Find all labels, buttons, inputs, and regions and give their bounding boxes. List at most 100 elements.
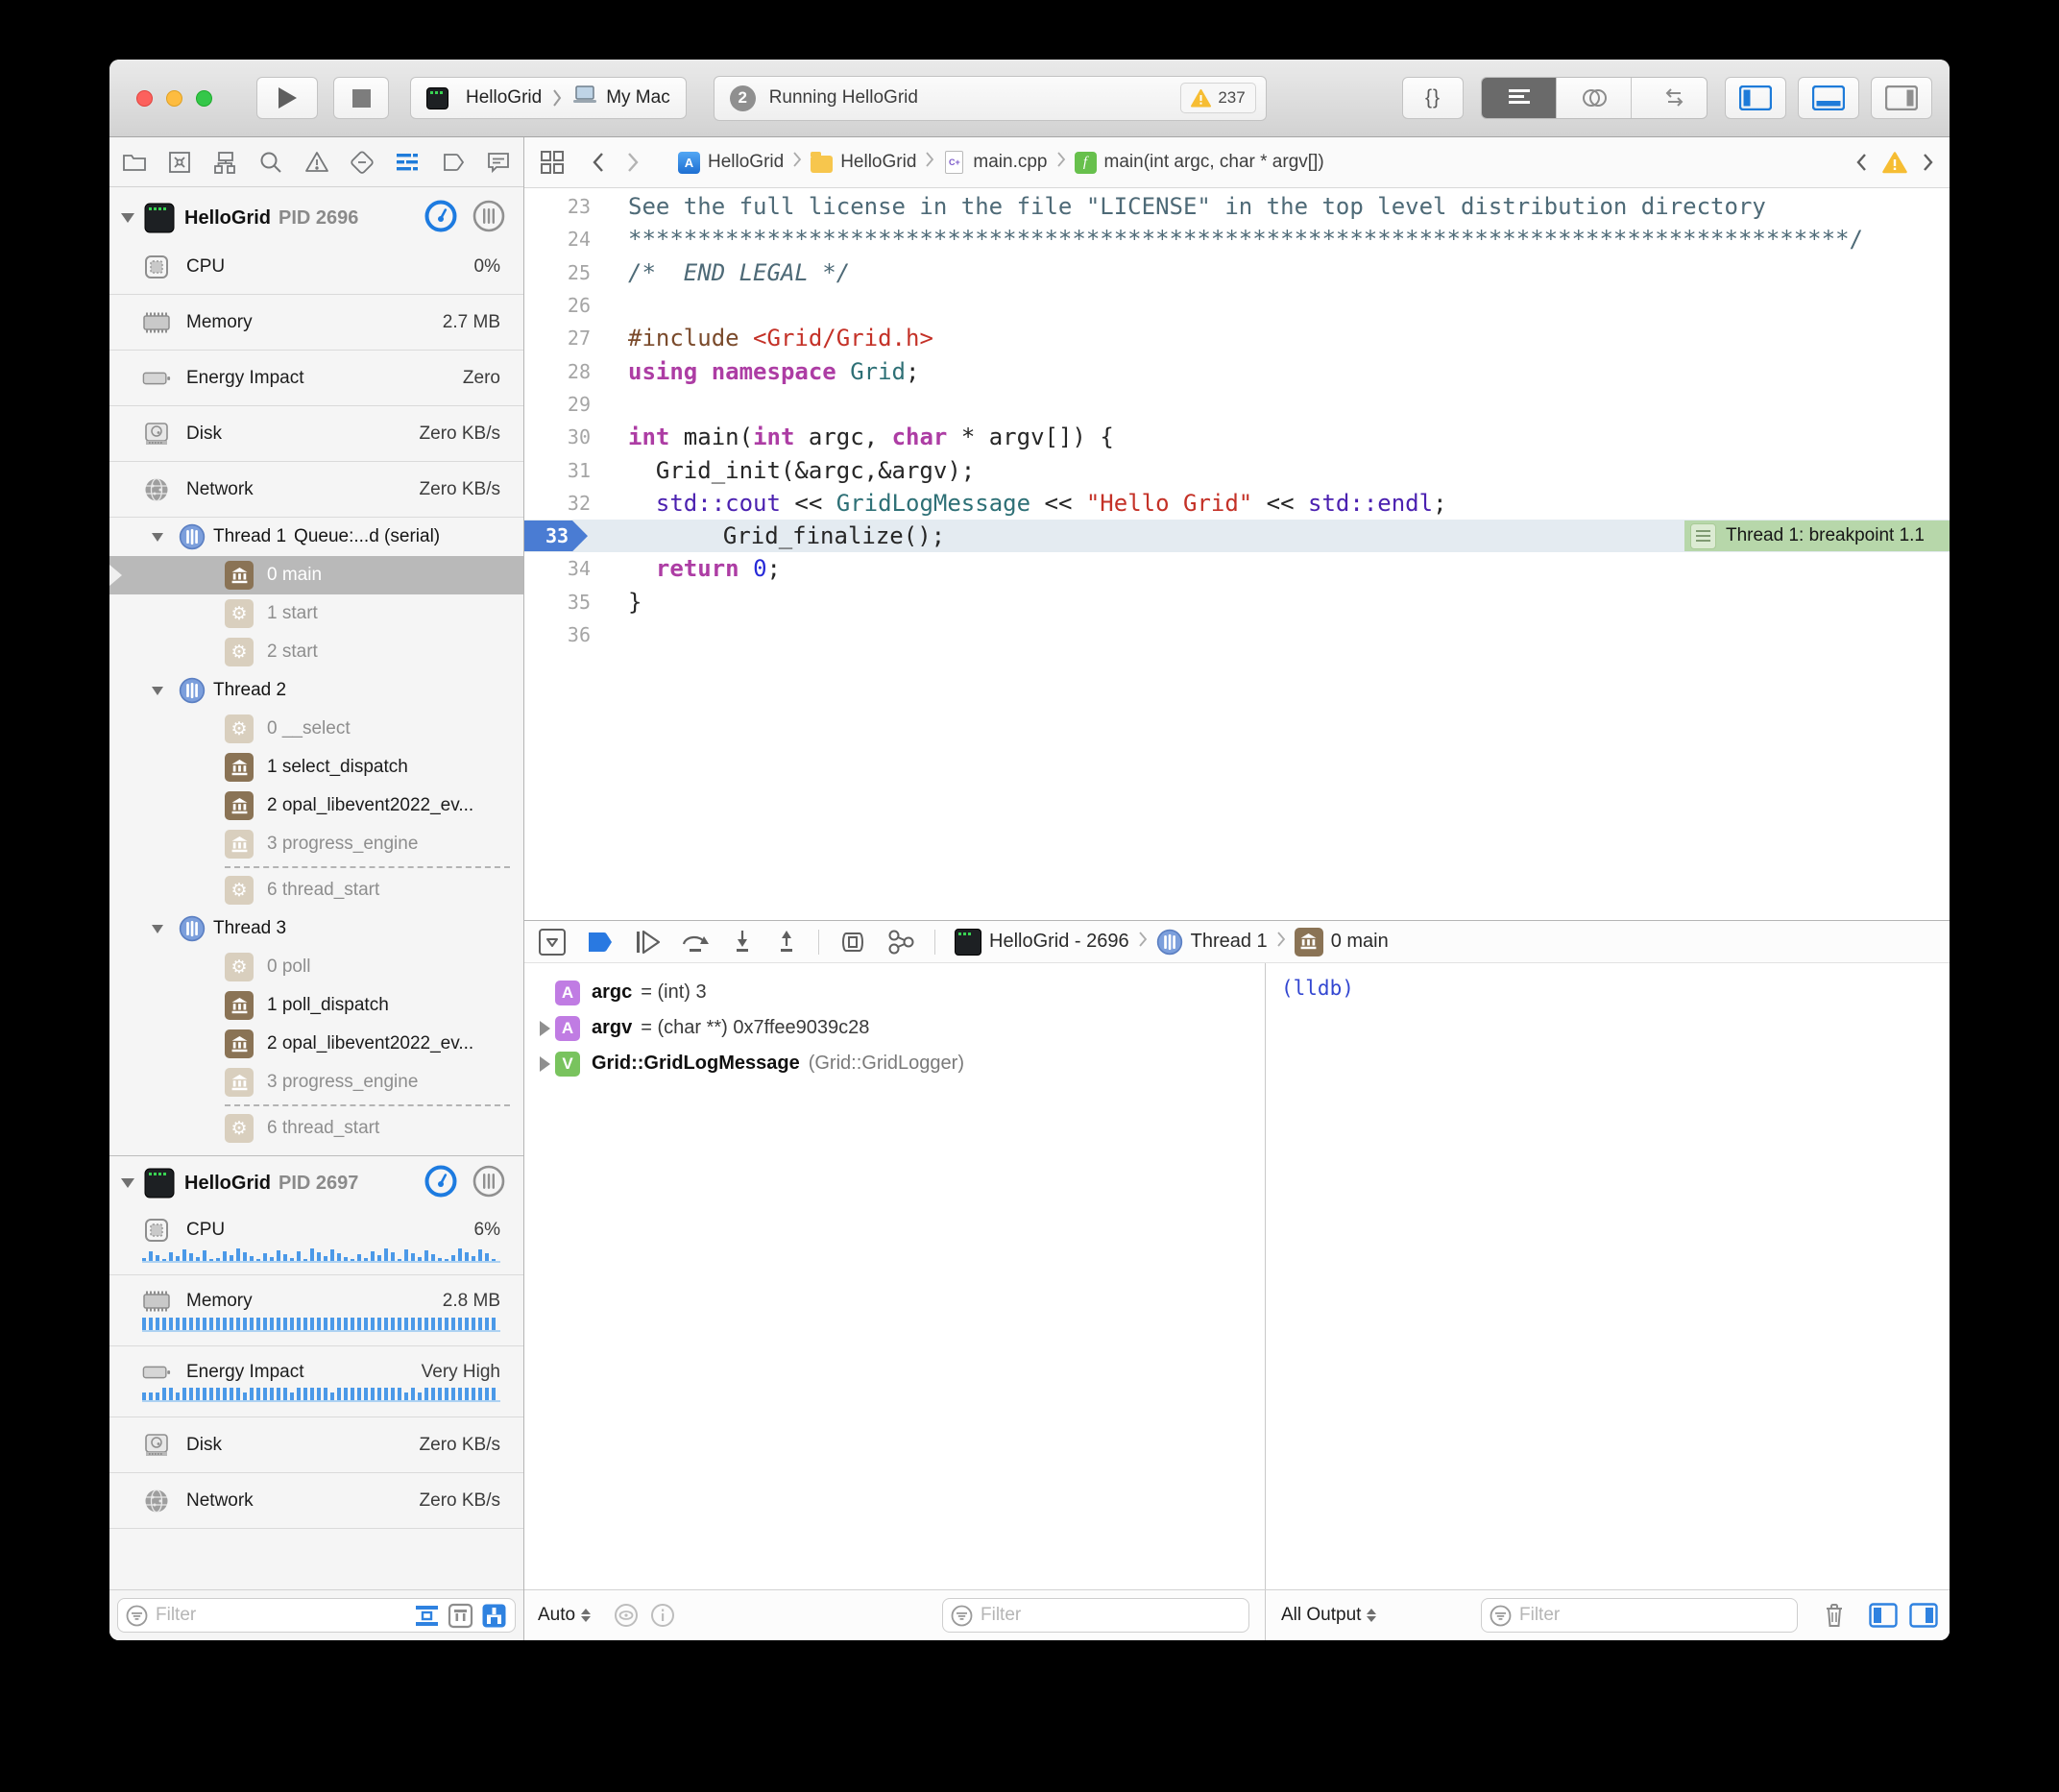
gauge-row-network[interactable]: NetworkZero KB/s <box>109 462 523 518</box>
gauge-row-energy-impact[interactable]: Energy ImpactVery High <box>109 1346 523 1417</box>
code-text[interactable]: ****************************************… <box>592 226 1863 253</box>
minimize-window-button[interactable] <box>166 90 182 107</box>
disclosure-triangle-icon[interactable] <box>534 1021 555 1036</box>
warning-count-chip[interactable]: 237 <box>1180 83 1255 113</box>
breadcrumb-item[interactable]: AHelloGrid <box>678 152 784 174</box>
code-line-29[interactable]: 29 <box>524 388 1950 421</box>
breakpoint-marker[interactable]: 33 <box>524 521 588 551</box>
show-stack-frames-toggle[interactable] <box>481 1603 507 1629</box>
next-issue-button[interactable] <box>1923 153 1934 172</box>
line-number-gutter[interactable]: 29 <box>524 393 592 416</box>
show-records-toggle[interactable] <box>414 1603 440 1629</box>
code-text[interactable]: #include <Grid/Grid.h> <box>592 325 933 351</box>
code-text[interactable]: using namespace Grid; <box>592 358 919 385</box>
thread-row[interactable]: Thread 3 <box>109 909 523 948</box>
gauge-row-network[interactable]: NetworkZero KB/s <box>109 1473 523 1529</box>
clear-console-button[interactable] <box>1823 1602 1846 1629</box>
code-text[interactable]: See the full license in the file "LICENS… <box>592 193 1766 220</box>
gauge-row-cpu[interactable]: CPU0% <box>109 239 523 295</box>
navigator-tab-project[interactable] <box>122 150 147 175</box>
toggle-inspector-button[interactable] <box>1871 77 1932 119</box>
gauge-row-memory[interactable]: Memory2.8 MB <box>109 1275 523 1346</box>
disclosure-triangle-icon[interactable] <box>152 533 163 542</box>
line-number-gutter[interactable]: 36 <box>524 623 592 646</box>
code-line-27[interactable]: 27#include <Grid/Grid.h> <box>524 322 1950 354</box>
quicklook-eye-button[interactable] <box>614 1603 639 1628</box>
forward-button[interactable] <box>627 152 640 173</box>
navigator-tab-search[interactable] <box>258 150 283 175</box>
show-crashed-threads-toggle[interactable] <box>448 1603 473 1629</box>
toggle-variables-view-button[interactable] <box>1869 1603 1898 1628</box>
close-window-button[interactable] <box>136 90 153 107</box>
breadcrumb-item[interactable]: Thread 1 <box>1156 929 1268 956</box>
breadcrumb-item[interactable]: 0 main <box>1295 928 1389 957</box>
gauge-row-cpu[interactable]: CPU6% <box>109 1204 523 1275</box>
stack-frame-row[interactable]: 1 select_dispatch <box>109 748 523 787</box>
line-number-gutter[interactable]: 34 <box>524 557 592 580</box>
breakpoint-annotation[interactable]: Thread 1: breakpoint 1.1 <box>1684 521 1950 551</box>
console-output[interactable]: (lldb) <box>1266 963 1950 1589</box>
code-line-26[interactable]: 26 <box>524 289 1950 322</box>
navigator-filter-field[interactable]: Filter <box>117 1598 516 1633</box>
stack-frame-row[interactable]: 2 opal_libevent2022_ev... <box>109 1025 523 1063</box>
code-line-24[interactable]: 24**************************************… <box>524 223 1950 255</box>
line-number-gutter[interactable]: 28 <box>524 360 592 383</box>
line-number-gutter[interactable]: 27 <box>524 327 592 350</box>
code-line-25[interactable]: 25/* END LEGAL */ <box>524 256 1950 289</box>
toggle-console-view-button[interactable] <box>1909 1603 1938 1628</box>
line-number-gutter[interactable]: 23 <box>524 195 592 218</box>
stack-frame-row[interactable]: 0 main <box>109 556 523 594</box>
code-line-28[interactable]: 28using namespace Grid; <box>524 354 1950 387</box>
previous-issue-button[interactable] <box>1855 153 1867 172</box>
step-out-button[interactable] <box>774 929 799 956</box>
memory-graph-button[interactable] <box>886 929 915 956</box>
info-button[interactable] <box>650 1603 675 1628</box>
navigator-tab-symbols[interactable] <box>213 150 238 175</box>
code-line-31[interactable]: 31 Grid_init(&argc,&argv); <box>524 453 1950 486</box>
disclosure-triangle-icon[interactable] <box>121 213 134 223</box>
code-line-36[interactable]: 36 <box>524 618 1950 651</box>
stack-frame-row[interactable]: 2 opal_libevent2022_ev... <box>109 787 523 825</box>
assistant-editor-button[interactable] <box>1557 78 1632 118</box>
stack-frame-row[interactable]: ⚙1 start <box>109 594 523 633</box>
continue-button[interactable] <box>634 929 661 956</box>
navigator-tab-debug[interactable] <box>395 150 420 175</box>
thread-row[interactable]: Thread 2 <box>109 671 523 710</box>
disclosure-triangle-icon[interactable] <box>121 1178 134 1188</box>
code-text[interactable]: /* END LEGAL */ <box>592 259 850 286</box>
process-row[interactable]: HelloGridPID 2696 <box>109 197 523 239</box>
code-line-35[interactable]: 35} <box>524 586 1950 618</box>
source-editor[interactable]: 23See the full license in the file "LICE… <box>524 188 1950 920</box>
run-button[interactable] <box>256 77 318 119</box>
step-into-button[interactable] <box>730 929 755 956</box>
process-row[interactable]: HelloGridPID 2697 <box>109 1162 523 1204</box>
disclosure-triangle-icon[interactable] <box>152 687 163 695</box>
console-filter-field[interactable]: Filter <box>1481 1598 1798 1633</box>
variables-filter-field[interactable]: Filter <box>942 1598 1249 1633</box>
code-text[interactable]: Grid_finalize(); <box>592 522 945 549</box>
scheme-selector[interactable]: HelloGrid My Mac <box>410 77 687 119</box>
variable-row[interactable]: Aargc= (int) 3 <box>524 975 1265 1010</box>
code-text[interactable]: int main(int argc, char * argv[]) { <box>592 424 1114 450</box>
gauge-button[interactable] <box>424 1164 458 1203</box>
navigator-tab-reports[interactable] <box>486 150 511 175</box>
stack-frame-row[interactable]: ⚙6 thread_start <box>109 871 523 909</box>
navigator-tab-tests[interactable] <box>350 150 375 175</box>
version-editor-button[interactable] <box>1632 78 1707 118</box>
line-number-gutter[interactable]: 35 <box>524 591 592 614</box>
hide-debug-area-button[interactable] <box>538 928 567 957</box>
step-over-button[interactable] <box>680 929 711 956</box>
line-number-gutter[interactable]: 24 <box>524 228 592 251</box>
variables-scope-dropdown[interactable]: Auto <box>538 1605 591 1626</box>
code-line-32[interactable]: 32 std::cout << GridLogMessage << "Hello… <box>524 487 1950 520</box>
pause-process-button[interactable] <box>472 199 506 238</box>
gauge-row-energy-impact[interactable]: Energy ImpactZero <box>109 351 523 406</box>
stack-frame-row[interactable]: 1 poll_dispatch <box>109 986 523 1025</box>
pause-process-button[interactable] <box>472 1164 506 1203</box>
stack-frame-row[interactable]: 3 progress_engine <box>109 825 523 863</box>
disclosure-triangle-icon[interactable] <box>534 1056 555 1072</box>
stack-frame-row[interactable]: ⚙6 thread_start <box>109 1109 523 1148</box>
line-number-gutter[interactable]: 31 <box>524 459 592 482</box>
stack-frame-row[interactable]: 3 progress_engine <box>109 1063 523 1102</box>
navigator-tab-issues[interactable] <box>304 150 329 175</box>
